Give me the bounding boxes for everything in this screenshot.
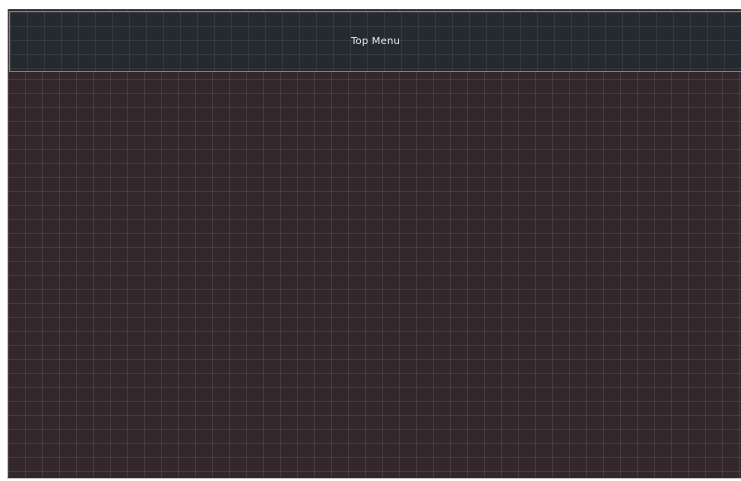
layout-canvas-frame: Top Menu bbox=[7, 9, 741, 479]
editor-screen: Top Menu bbox=[0, 0, 741, 481]
top-menu-region[interactable]: Top Menu bbox=[9, 11, 741, 72]
layout-canvas[interactable] bbox=[8, 9, 741, 478]
top-menu-label: Top Menu bbox=[350, 36, 401, 47]
